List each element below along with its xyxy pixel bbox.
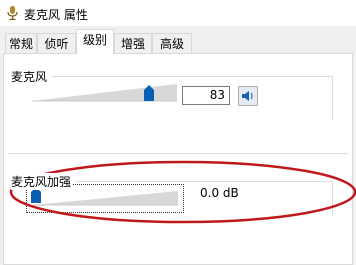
microphone-level-input[interactable]: 83 [182, 86, 230, 105]
mute-button[interactable] [238, 86, 258, 106]
speaker-icon [242, 91, 253, 101]
tab-enhancements[interactable]: 增强 [114, 33, 152, 53]
tab-listen[interactable]: 侦听 [37, 33, 76, 53]
boost-group-label: 麦克风加强 [11, 173, 74, 190]
tab-advanced[interactable]: 高级 [152, 33, 192, 53]
group-divider [332, 181, 333, 215]
microphone-slider-thumb[interactable] [144, 85, 155, 102]
group-divider [332, 76, 333, 120]
boost-level-slider[interactable] [33, 191, 179, 206]
tab-general[interactable]: 常规 [5, 33, 37, 53]
section-separator [8, 153, 348, 154]
title-bar: 麦克风 属性 [0, 0, 356, 26]
microphone-level-slider[interactable] [32, 84, 178, 102]
group-divider [76, 181, 332, 182]
group-divider [52, 76, 332, 77]
boost-db-value: 0.0 dB [200, 186, 239, 200]
tab-levels[interactable]: 级别 [76, 29, 114, 54]
microphone-group-label: 麦克风 [11, 68, 50, 85]
microphone-icon [7, 6, 18, 20]
window-title: 麦克风 属性 [24, 8, 88, 22]
